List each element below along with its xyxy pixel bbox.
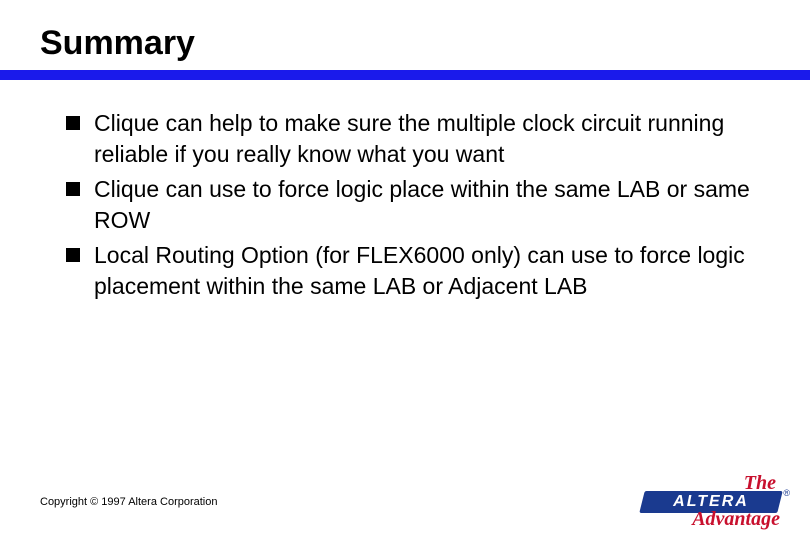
logo-bottom-script: Advantage bbox=[692, 508, 780, 531]
title-underline-rule bbox=[0, 70, 810, 80]
list-item-text: Clique can use to force logic place with… bbox=[94, 174, 770, 236]
list-item: Local Routing Option (for FLEX6000 only)… bbox=[66, 240, 770, 302]
list-item: Clique can use to force logic place with… bbox=[66, 174, 770, 236]
slide-title: Summary bbox=[40, 24, 195, 63]
list-item-text: Local Routing Option (for FLEX6000 only)… bbox=[94, 240, 770, 302]
copyright-text: Copyright © 1997 Altera Corporation bbox=[40, 496, 217, 508]
list-item: Clique can help to make sure the multipl… bbox=[66, 108, 770, 170]
altera-logo: The ALTERA ® Advantage bbox=[642, 474, 782, 530]
square-bullet-icon bbox=[66, 182, 80, 196]
square-bullet-icon bbox=[66, 116, 80, 130]
registered-icon: ® bbox=[783, 488, 790, 498]
bullet-list: Clique can help to make sure the multipl… bbox=[66, 108, 770, 306]
square-bullet-icon bbox=[66, 248, 80, 262]
list-item-text: Clique can help to make sure the multipl… bbox=[94, 108, 770, 170]
